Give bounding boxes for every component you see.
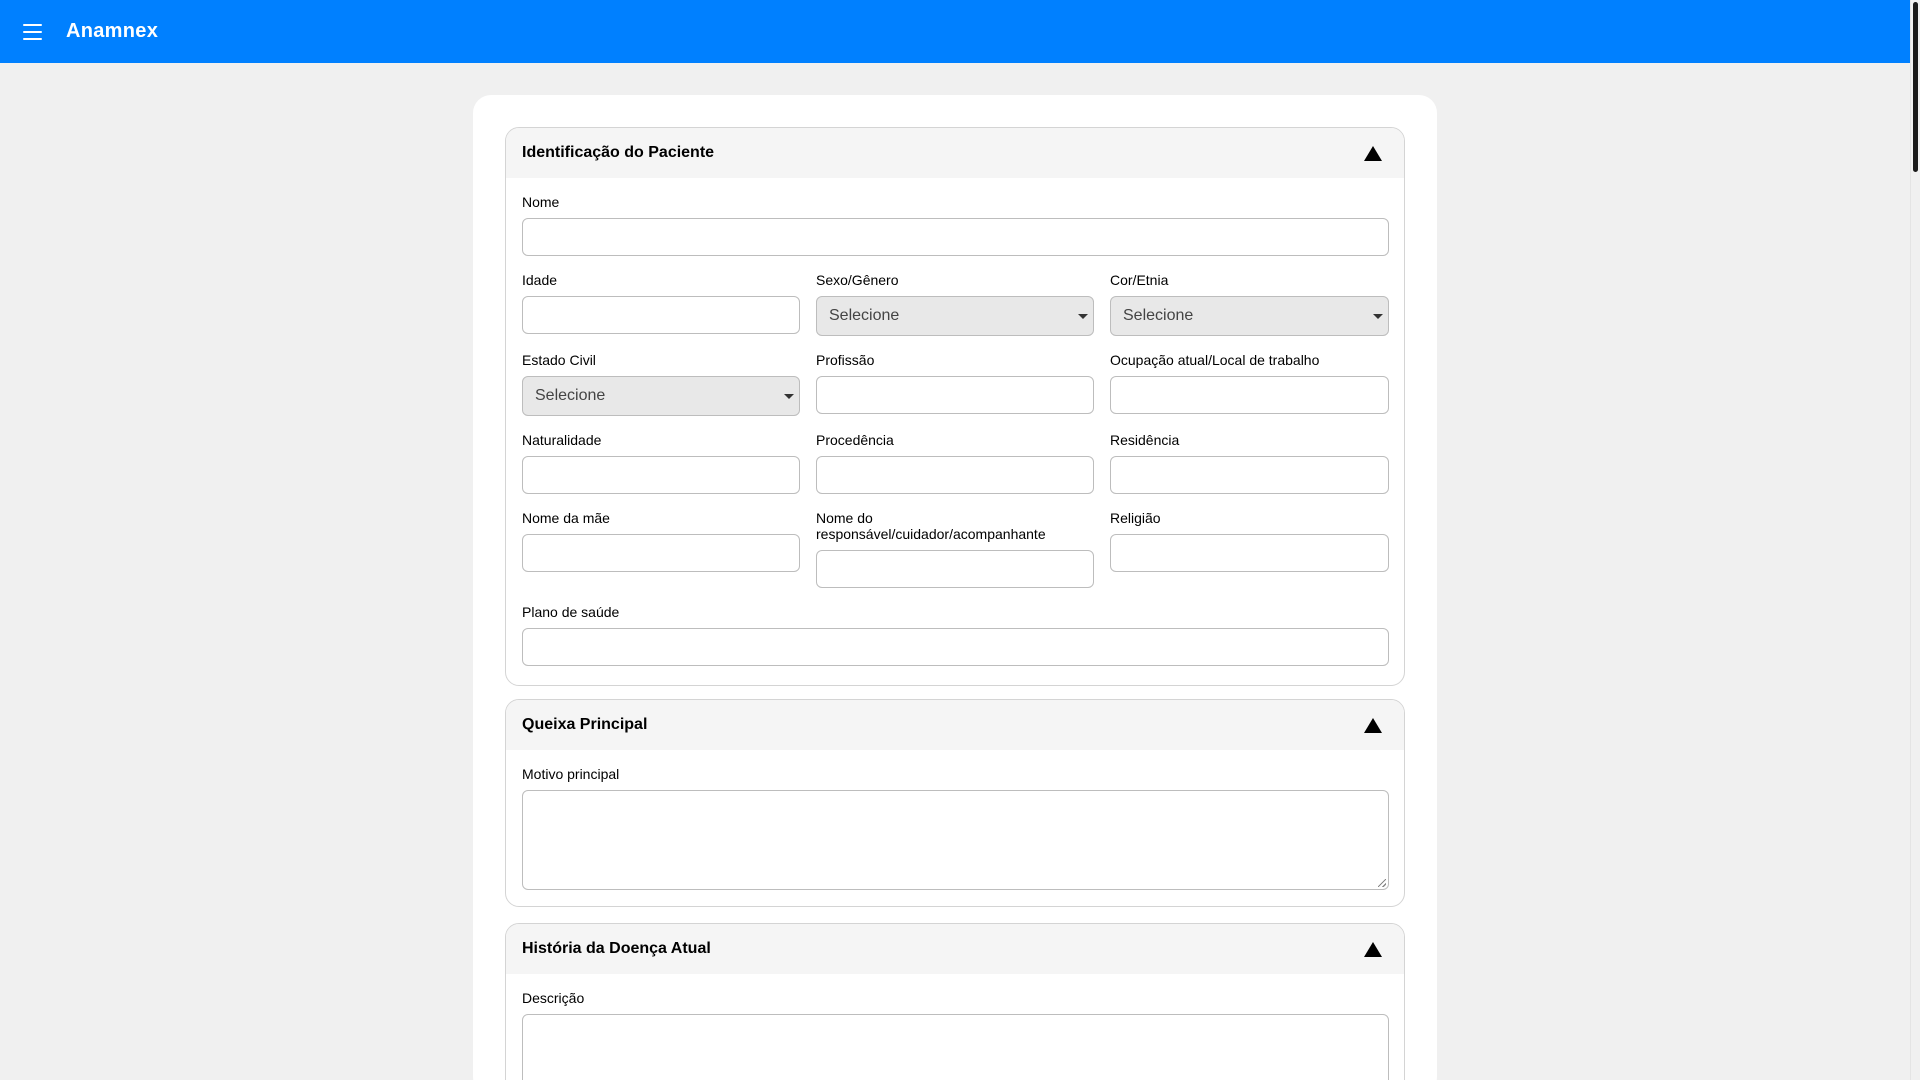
hamburger-menu-icon[interactable] [23,23,42,40]
app-title: Anamnex [66,20,159,42]
nome-label: Nome [522,194,560,210]
ocupacao-input[interactable] [1110,376,1389,414]
idade-input[interactable] [522,296,800,334]
section-queixa-header[interactable]: Queixa Principal [506,700,1404,750]
cor-label: Cor/Etnia [1110,272,1169,288]
religiao-label: Religião [1110,510,1161,526]
section-title: História da Doença Atual [522,940,711,957]
form-container: Identificação do Paciente Nome Idade Sex… [473,95,1437,1080]
descricao-textarea[interactable] [522,1014,1389,1080]
procedencia-label: Procedência [816,432,894,448]
estado-civil-select[interactable]: Selecione [522,376,800,416]
nome-mae-label: Nome da mãe [522,510,610,526]
collapse-triangle-icon[interactable] [1364,717,1382,733]
section-title: Queixa Principal [522,716,648,733]
chevron-down-icon [1373,314,1383,319]
ocupacao-label: Ocupação atual/Local de trabalho [1110,352,1320,368]
section-historia: História da Doença Atual Descrição [505,923,1405,1080]
descricao-label: Descrição [522,990,585,1006]
section-identificacao: Identificação do Paciente Nome Idade Sex… [505,127,1405,686]
estado-civil-select-value: Selecione [535,387,606,404]
sexo-select[interactable]: Selecione [816,296,1094,336]
sexo-select-value: Selecione [829,307,900,324]
residencia-input[interactable] [1110,456,1389,494]
collapse-triangle-icon[interactable] [1364,145,1382,161]
app-header: Anamnex [0,0,1910,63]
nome-responsavel-label-line1: Nome do [816,510,873,526]
cor-select-value: Selecione [1123,307,1194,324]
motivo-textarea[interactable] [522,790,1389,890]
profissao-input[interactable] [816,376,1094,414]
chevron-down-icon [784,394,794,399]
section-title: Identificação do Paciente [522,144,715,161]
chevron-down-icon [1078,314,1088,319]
profissao-label: Profissão [816,352,875,368]
nome-input[interactable] [522,218,1389,256]
plano-saude-input[interactable] [522,628,1389,666]
estado-civil-label: Estado Civil [522,352,596,368]
section-queixa: Queixa Principal Motivo principal [505,699,1405,907]
motivo-label: Motivo principal [522,766,620,782]
procedencia-input[interactable] [816,456,1094,494]
naturalidade-label: Naturalidade [522,432,602,448]
nome-responsavel-input[interactable] [816,550,1094,588]
residencia-label: Residência [1110,432,1180,448]
collapse-triangle-icon[interactable] [1364,941,1382,957]
idade-label: Idade [522,272,558,288]
page-scrollbar[interactable] [1910,0,1920,1080]
nome-responsavel-label-line2: responsável/cuidador/acompanhante [816,526,1046,542]
section-historia-header[interactable]: História da Doença Atual [506,924,1404,974]
plano-saude-label: Plano de saúde [522,604,620,620]
scrollbar-thumb[interactable] [1913,2,1918,172]
naturalidade-input[interactable] [522,456,800,494]
cor-select[interactable]: Selecione [1110,296,1389,336]
nome-mae-input[interactable] [522,534,800,572]
sexo-label: Sexo/Gênero [816,272,899,288]
resize-handle-icon[interactable] [1378,879,1386,887]
section-identificacao-header[interactable]: Identificação do Paciente [506,128,1404,178]
religiao-input[interactable] [1110,534,1389,572]
